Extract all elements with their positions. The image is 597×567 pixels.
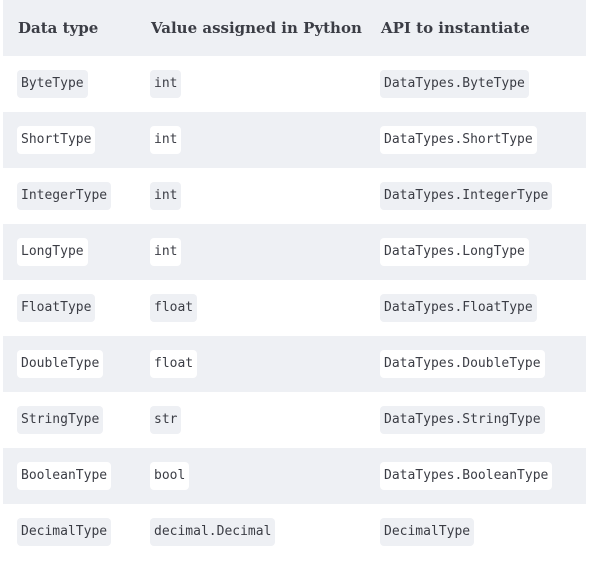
cell-data-type: StringType	[3, 392, 136, 448]
table-row: BooleanType bool DataTypes.BooleanType	[3, 448, 586, 504]
code-snippet: DoubleType	[17, 350, 104, 378]
code-snippet: int	[150, 70, 182, 98]
table-row: ShortType int DataTypes.ShortType	[3, 112, 586, 168]
cell-api: DataTypes.StringType	[366, 392, 586, 448]
code-snippet: bool	[150, 462, 190, 490]
cell-data-type: DoubleType	[3, 336, 136, 392]
cell-data-type: FloatType	[3, 280, 136, 336]
code-snippet: int	[150, 126, 182, 154]
code-snippet: int	[150, 182, 182, 210]
cell-api: DataTypes.IntegerType	[366, 168, 586, 224]
code-snippet: DataTypes.LongType	[380, 238, 529, 266]
table-row: FloatType float DataTypes.FloatType	[3, 280, 586, 336]
cell-python-value: bool	[136, 448, 366, 504]
code-snippet: decimal.Decimal	[150, 518, 276, 546]
code-snippet: DataTypes.IntegerType	[380, 182, 553, 210]
cell-python-value: float	[136, 280, 366, 336]
code-snippet: DataTypes.ShortType	[380, 126, 537, 154]
code-snippet: DataTypes.FloatType	[380, 294, 537, 322]
cell-python-value: float	[136, 336, 366, 392]
cell-api: DecimalType	[366, 504, 586, 560]
code-snippet: ByteType	[17, 70, 88, 98]
cell-api: DataTypes.FloatType	[366, 280, 586, 336]
code-snippet: BooleanType	[17, 462, 112, 490]
header-api: API to instantiate	[366, 0, 586, 56]
cell-api: DataTypes.DoubleType	[366, 336, 586, 392]
code-snippet: float	[150, 350, 198, 378]
header-data-type: Data type	[3, 0, 136, 56]
code-snippet: str	[150, 406, 182, 434]
cell-data-type: ShortType	[3, 112, 136, 168]
code-snippet: DecimalType	[380, 518, 475, 546]
table-row: DecimalType decimal.Decimal DecimalType	[3, 504, 586, 560]
cell-api: DataTypes.LongType	[366, 224, 586, 280]
code-snippet: float	[150, 294, 198, 322]
cell-python-value: decimal.Decimal	[136, 504, 366, 560]
cell-python-value: int	[136, 112, 366, 168]
table-row: ByteType int DataTypes.ByteType	[3, 56, 586, 112]
header-python-value: Value assigned in Python	[136, 0, 366, 56]
code-snippet: DataTypes.BooleanType	[380, 462, 553, 490]
code-snippet: LongType	[17, 238, 88, 266]
cell-data-type: ByteType	[3, 56, 136, 112]
cell-python-value: str	[136, 392, 366, 448]
cell-data-type: DecimalType	[3, 504, 136, 560]
code-snippet: StringType	[17, 406, 104, 434]
code-snippet: FloatType	[17, 294, 96, 322]
code-snippet: IntegerType	[17, 182, 112, 210]
table-body: ByteType int DataTypes.ByteType ShortType in…	[3, 56, 586, 560]
cell-data-type: IntegerType	[3, 168, 136, 224]
cell-api: DataTypes.ByteType	[366, 56, 586, 112]
table-row: StringType str DataTypes.StringType	[3, 392, 586, 448]
table-header-row: Data type Value assigned in Python API t…	[3, 0, 586, 56]
code-snippet: DataTypes.ByteType	[380, 70, 529, 98]
table-row: DoubleType float DataTypes.DoubleType	[3, 336, 586, 392]
code-snippet: ShortType	[17, 126, 96, 154]
code-snippet: int	[150, 238, 182, 266]
table-row: IntegerType int DataTypes.IntegerType	[3, 168, 586, 224]
code-snippet: DataTypes.StringType	[380, 406, 545, 434]
code-snippet: DecimalType	[17, 518, 112, 546]
code-snippet: DataTypes.DoubleType	[380, 350, 545, 378]
cell-python-value: int	[136, 168, 366, 224]
data-types-table: Data type Value assigned in Python API t…	[3, 0, 586, 560]
cell-python-value: int	[136, 56, 366, 112]
cell-data-type: BooleanType	[3, 448, 136, 504]
cell-data-type: LongType	[3, 224, 136, 280]
table-row: LongType int DataTypes.LongType	[3, 224, 586, 280]
cell-python-value: int	[136, 224, 366, 280]
cell-api: DataTypes.BooleanType	[366, 448, 586, 504]
cell-api: DataTypes.ShortType	[366, 112, 586, 168]
